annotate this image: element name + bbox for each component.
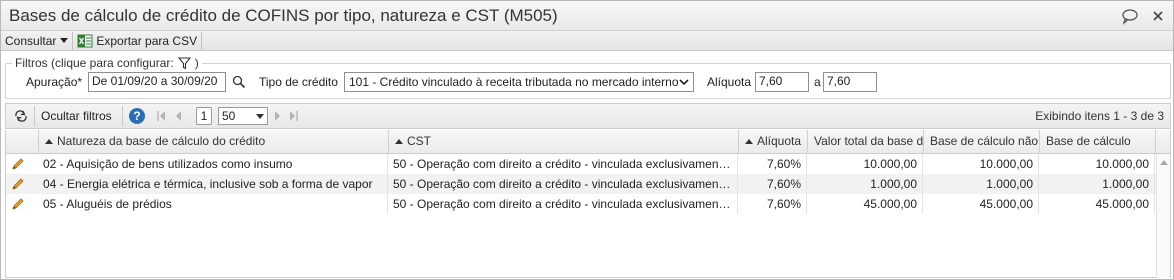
table-row[interactable]: 02 - Aquisição de bens utilizados como i… [6, 154, 1156, 174]
first-page-icon[interactable] [156, 110, 166, 125]
title-bar: Bases de cálculo de crédito de COFINS po… [1, 1, 1173, 31]
search-icon[interactable] [232, 75, 246, 89]
edit-column-header [6, 130, 38, 153]
apuracao-field[interactable]: De 01/09/20 a 30/09/20 [88, 72, 226, 92]
chevron-down-icon [60, 38, 69, 43]
tipo-credito-select[interactable]: 101 - Crédito vinculado à receita tribut… [344, 72, 694, 92]
consult-button[interactable]: Consultar [1, 32, 72, 50]
close-icon[interactable] [1149, 7, 1167, 25]
previous-page-icon[interactable] [174, 110, 182, 125]
grid-toolbar-divider [122, 106, 123, 126]
vertical-scrollbar[interactable] [1156, 154, 1170, 278]
page-size-select[interactable]: 50 [218, 107, 268, 125]
column-header-label: CST [407, 134, 431, 148]
title-actions [1121, 7, 1167, 25]
cell-base: 45.000,00 [1039, 194, 1155, 214]
last-page-icon[interactable] [289, 110, 299, 125]
filters-panel: Filtros (clique para configurar: ) Apura… [5, 56, 1171, 99]
window-title: Bases de cálculo de crédito de COFINS po… [9, 6, 558, 25]
cell-natureza: 02 - Aquisição de bens utilizados como i… [38, 154, 388, 174]
consult-label: Consultar [5, 33, 57, 48]
svg-text:?: ? [133, 109, 140, 123]
grid-toolbar-divider [34, 106, 35, 126]
main-window: Bases de cálculo de crédito de COFINS po… [0, 0, 1174, 280]
aliquota-from-field[interactable]: 7,60 [755, 72, 809, 92]
sort-asc-icon [395, 139, 403, 144]
column-header-aliquota[interactable]: Alíquota [738, 130, 807, 153]
grid-toolbar: Ocultar filtros ? 1 50 Exibindo itens 1 … [5, 103, 1171, 129]
cell-cst: 50 - Operação com direito a crédito - vi… [388, 154, 738, 174]
help-icon[interactable]: ? [128, 107, 146, 128]
cell-aliquota: 7,60% [738, 154, 807, 174]
tipo-credito-label: Tipo de crédito [259, 75, 338, 89]
column-header-scroll [1155, 130, 1171, 153]
cell-valor-total: 10.000,00 [807, 154, 923, 174]
cell-valor-total: 45.000,00 [807, 194, 923, 214]
hide-filters-button[interactable]: Ocultar filtros [41, 109, 112, 123]
pencil-icon[interactable] [11, 177, 25, 191]
cell-valor-total: 1.000,00 [807, 174, 923, 194]
filter-icon[interactable] [177, 56, 191, 70]
next-page-icon[interactable] [274, 110, 282, 125]
filters-legend-label: Filtros (clique para configurar: [15, 56, 174, 70]
toolbar: Consultar Exportar para CSV [1, 31, 1173, 51]
table-row[interactable]: 04 - Energia elétrica e térmica, inclusi… [6, 174, 1156, 194]
cell-base: 1.000,00 [1039, 174, 1155, 194]
apuracao-label: Apuração* [26, 75, 83, 89]
cell-cst: 50 - Operação com direito a crédito - vi… [388, 194, 738, 214]
column-header-natureza[interactable]: Natureza da base de cálculo do crédito [38, 130, 388, 153]
cell-aliquota: 7,60% [738, 194, 807, 214]
comment-icon[interactable] [1121, 7, 1139, 25]
table-body: 02 - Aquisição de bens utilizados como i… [5, 154, 1171, 278]
chevron-down-icon [256, 114, 264, 119]
excel-icon [77, 33, 93, 49]
column-header-cst[interactable]: CST [388, 130, 738, 153]
scroll-up-icon[interactable] [1160, 160, 1168, 165]
aliquota-to-field[interactable]: 7,60 [823, 72, 877, 92]
sort-asc-icon [745, 139, 753, 144]
aliquota-label: Alíquota [707, 75, 752, 89]
column-header-base[interactable]: Base de cálculo [1039, 130, 1155, 153]
column-header-valor-total[interactable]: Valor total da base de cálculo [807, 130, 923, 153]
cell-natureza: 04 - Energia elétrica e térmica, inclusi… [38, 174, 388, 194]
cell-base-nao: 45.000,00 [923, 194, 1039, 214]
toolbar-divider [201, 31, 203, 50]
column-header-base-nao[interactable]: Base de cálculo não [923, 130, 1039, 153]
export-csv-label: Exportar para CSV [96, 33, 198, 48]
table-header: Natureza da base de cálculo do crédito C… [5, 130, 1171, 154]
column-header-label: Natureza da base de cálculo do crédito [57, 134, 266, 148]
export-csv-button[interactable]: Exportar para CSV [73, 32, 201, 50]
cell-base-nao: 1.000,00 [923, 174, 1039, 194]
cell-base: 10.000,00 [1039, 154, 1155, 174]
tipo-credito-value: 101 - Crédito vinculado à receita tribut… [349, 75, 679, 89]
filters-legend-close: ) [194, 56, 199, 70]
aliquota-separator: a [814, 75, 821, 89]
refresh-icon[interactable] [13, 109, 29, 126]
table-row[interactable]: 05 - Aluguéis de prédios 50 - Operação c… [6, 194, 1156, 214]
chevron-down-icon [677, 75, 691, 89]
items-count-label: Exibindo itens 1 - 3 de 3 [1035, 109, 1164, 123]
column-header-label: Alíquota [757, 134, 802, 148]
pencil-icon[interactable] [11, 197, 25, 211]
pencil-icon[interactable] [11, 157, 25, 171]
filter-row: Apuração* De 01/09/20 a 30/09/20 Tipo de… [6, 72, 1166, 92]
cell-base-nao: 10.000,00 [923, 154, 1039, 174]
page-number-field[interactable]: 1 [196, 107, 212, 125]
cell-aliquota: 7,60% [738, 174, 807, 194]
page-size-value: 50 [222, 109, 236, 123]
filters-legend[interactable]: Filtros (clique para configurar: ) [12, 56, 202, 70]
cell-natureza: 05 - Aluguéis de prédios [38, 194, 388, 214]
cell-cst: 50 - Operação com direito a crédito - vi… [388, 174, 738, 194]
sort-asc-icon [45, 139, 53, 144]
